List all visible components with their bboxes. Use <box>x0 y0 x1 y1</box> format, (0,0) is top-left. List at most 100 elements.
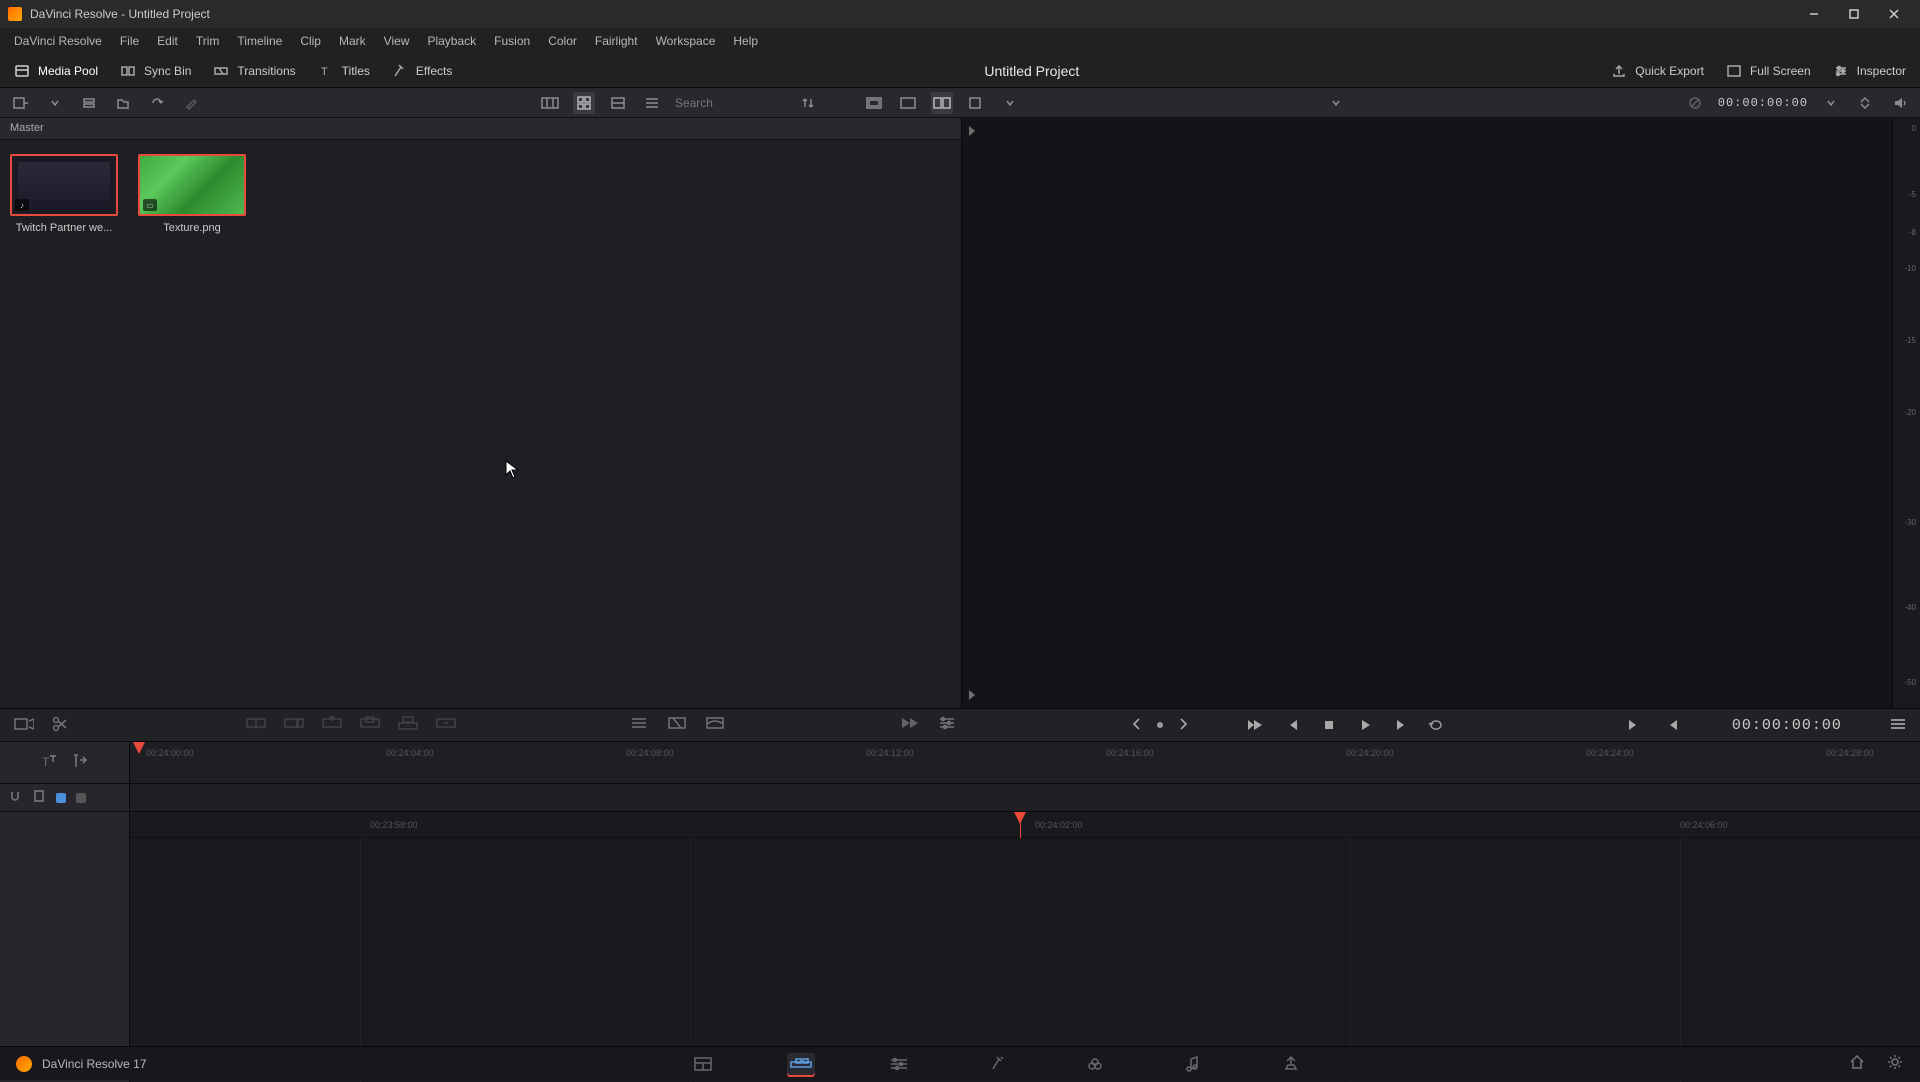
thumbnail-view-button[interactable] <box>573 92 595 114</box>
media-pool-content[interactable]: ♪ Twitch Partner we... ▭ Texture.png <box>0 140 961 708</box>
deliver-page-button[interactable] <box>1277 1053 1305 1075</box>
next-arrow-icon[interactable] <box>1178 718 1188 733</box>
sync-bin-button[interactable]: Sync Bin <box>120 63 191 79</box>
menu-edit[interactable]: Edit <box>149 31 186 51</box>
dual-viewer-button[interactable] <box>931 92 953 114</box>
bin-list-button[interactable] <box>78 92 100 114</box>
close-button[interactable] <box>1876 2 1912 26</box>
jog-dot-icon[interactable] <box>1156 718 1164 732</box>
audio-meter-button[interactable] <box>1888 92 1910 114</box>
list-view-button[interactable] <box>641 92 663 114</box>
bin-header[interactable]: Master <box>0 118 961 140</box>
lock-playhead-button[interactable]: T <box>40 752 58 773</box>
smooth-cut-button[interactable] <box>706 716 726 735</box>
timeline-ruler-lower[interactable]: 00:23:58:00 00:24:02:00 00:24:06:00 <box>130 812 1920 838</box>
project-settings-button[interactable] <box>1886 1053 1904 1074</box>
chevron-down-icon[interactable] <box>1325 92 1347 114</box>
edit-page-button[interactable] <box>885 1053 913 1075</box>
place-on-top-button[interactable] <box>398 716 418 735</box>
menu-fairlight[interactable]: Fairlight <box>587 31 646 51</box>
goto-in-button[interactable] <box>1622 714 1644 736</box>
color-page-button[interactable] <box>1081 1053 1109 1075</box>
menu-mark[interactable]: Mark <box>331 31 374 51</box>
strip-view-button[interactable] <box>607 92 629 114</box>
ripple-overwrite-button[interactable] <box>322 716 342 735</box>
menu-playback[interactable]: Playback <box>419 31 484 51</box>
free-playhead-button[interactable] <box>72 752 90 773</box>
stop-button[interactable] <box>1318 714 1340 736</box>
maximize-button[interactable] <box>1836 2 1872 26</box>
chevron-down-icon[interactable] <box>44 92 66 114</box>
viewer-options-button[interactable] <box>965 92 987 114</box>
split-clip-button[interactable] <box>52 716 72 735</box>
menu-trim[interactable]: Trim <box>188 31 228 51</box>
menu-timeline[interactable]: Timeline <box>229 31 290 51</box>
fast-review-button[interactable] <box>900 716 920 735</box>
effects-button[interactable]: Effects <box>392 63 452 79</box>
menu-fusion[interactable]: Fusion <box>486 31 538 51</box>
goto-start-button[interactable] <box>1246 714 1268 736</box>
timeline-timecode[interactable]: 00:00:00:00 <box>1732 717 1842 734</box>
safe-area-button[interactable] <box>863 92 885 114</box>
timeline-options-button[interactable] <box>938 716 958 735</box>
source-tape-button[interactable] <box>539 92 561 114</box>
media-pool-button[interactable]: Media Pool <box>14 63 98 79</box>
titles-button[interactable]: T Titles <box>318 63 370 79</box>
timeline-ruler-upper[interactable]: 00:24:00:00 00:24:04:00 00:24:08:00 00:2… <box>130 742 1920 783</box>
close-up-button[interactable] <box>360 716 380 735</box>
media-clip[interactable]: ▭ Texture.png <box>138 154 246 234</box>
video-track-toggle[interactable] <box>56 793 66 803</box>
tools-dropdown[interactable] <box>630 716 650 735</box>
transitions-button[interactable]: Transitions <box>213 63 295 79</box>
cut-page-button[interactable] <box>787 1053 815 1075</box>
menu-workspace[interactable]: Workspace <box>648 31 724 51</box>
menu-color[interactable]: Color <box>540 31 585 51</box>
prev-clip-button[interactable] <box>1282 714 1304 736</box>
next-clip-button[interactable] <box>1390 714 1412 736</box>
timeline-menu-button[interactable] <box>1890 718 1906 733</box>
search-input[interactable] <box>675 96 785 110</box>
sort-button[interactable] <box>797 92 819 114</box>
viewer-panel[interactable] <box>962 118 1892 708</box>
prev-arrow-icon[interactable] <box>1132 718 1142 733</box>
snap-button[interactable] <box>8 789 22 806</box>
bypass-button[interactable] <box>1684 92 1706 114</box>
menu-help[interactable]: Help <box>725 31 766 51</box>
clip-thumbnail[interactable]: ▭ <box>138 154 246 216</box>
audio-track-toggle[interactable] <box>76 793 86 803</box>
home-button[interactable] <box>1848 1054 1866 1073</box>
menu-clip[interactable]: Clip <box>292 31 329 51</box>
import-folder-button[interactable] <box>112 92 134 114</box>
fairlight-page-button[interactable] <box>1179 1053 1207 1075</box>
track-headers[interactable] <box>0 812 130 1082</box>
menu-davinci-resolve[interactable]: DaVinci Resolve <box>6 31 110 51</box>
timeline-track-area[interactable]: 00:23:58:00 00:24:02:00 00:24:06:00 <box>130 812 1920 1082</box>
quick-export-button[interactable]: Quick Export <box>1611 63 1704 79</box>
append-button[interactable] <box>284 716 304 735</box>
dissolve-button[interactable] <box>668 716 688 735</box>
inspector-button[interactable]: Inspector <box>1833 63 1906 79</box>
playhead-marker[interactable] <box>133 742 145 754</box>
loop-button[interactable] <box>1426 714 1448 736</box>
boring-detector-button[interactable] <box>14 716 34 735</box>
chevron-down-icon[interactable] <box>1820 92 1842 114</box>
smart-insert-button[interactable] <box>246 716 266 735</box>
edit-button[interactable] <box>180 92 202 114</box>
clip-thumbnail[interactable]: ♪ <box>10 154 118 216</box>
menu-view[interactable]: View <box>376 31 418 51</box>
import-media-button[interactable] <box>10 92 32 114</box>
viewer-timecode[interactable]: 00:00:00:00 <box>1718 96 1808 110</box>
full-screen-button[interactable]: Full Screen <box>1726 63 1811 79</box>
play-button[interactable] <box>1354 714 1376 736</box>
media-clip[interactable]: ♪ Twitch Partner we... <box>10 154 118 234</box>
marker-button[interactable] <box>32 789 46 806</box>
expand-icon[interactable] <box>1854 92 1876 114</box>
minimize-button[interactable] <box>1796 2 1832 26</box>
next-frame-icon[interactable] <box>966 688 980 702</box>
goto-out-button[interactable] <box>1662 714 1684 736</box>
menu-file[interactable]: File <box>112 31 147 51</box>
source-overwrite-button[interactable] <box>436 716 456 735</box>
chevron-down-icon[interactable] <box>999 92 1021 114</box>
sync-button[interactable] <box>146 92 168 114</box>
media-page-button[interactable] <box>689 1053 717 1075</box>
